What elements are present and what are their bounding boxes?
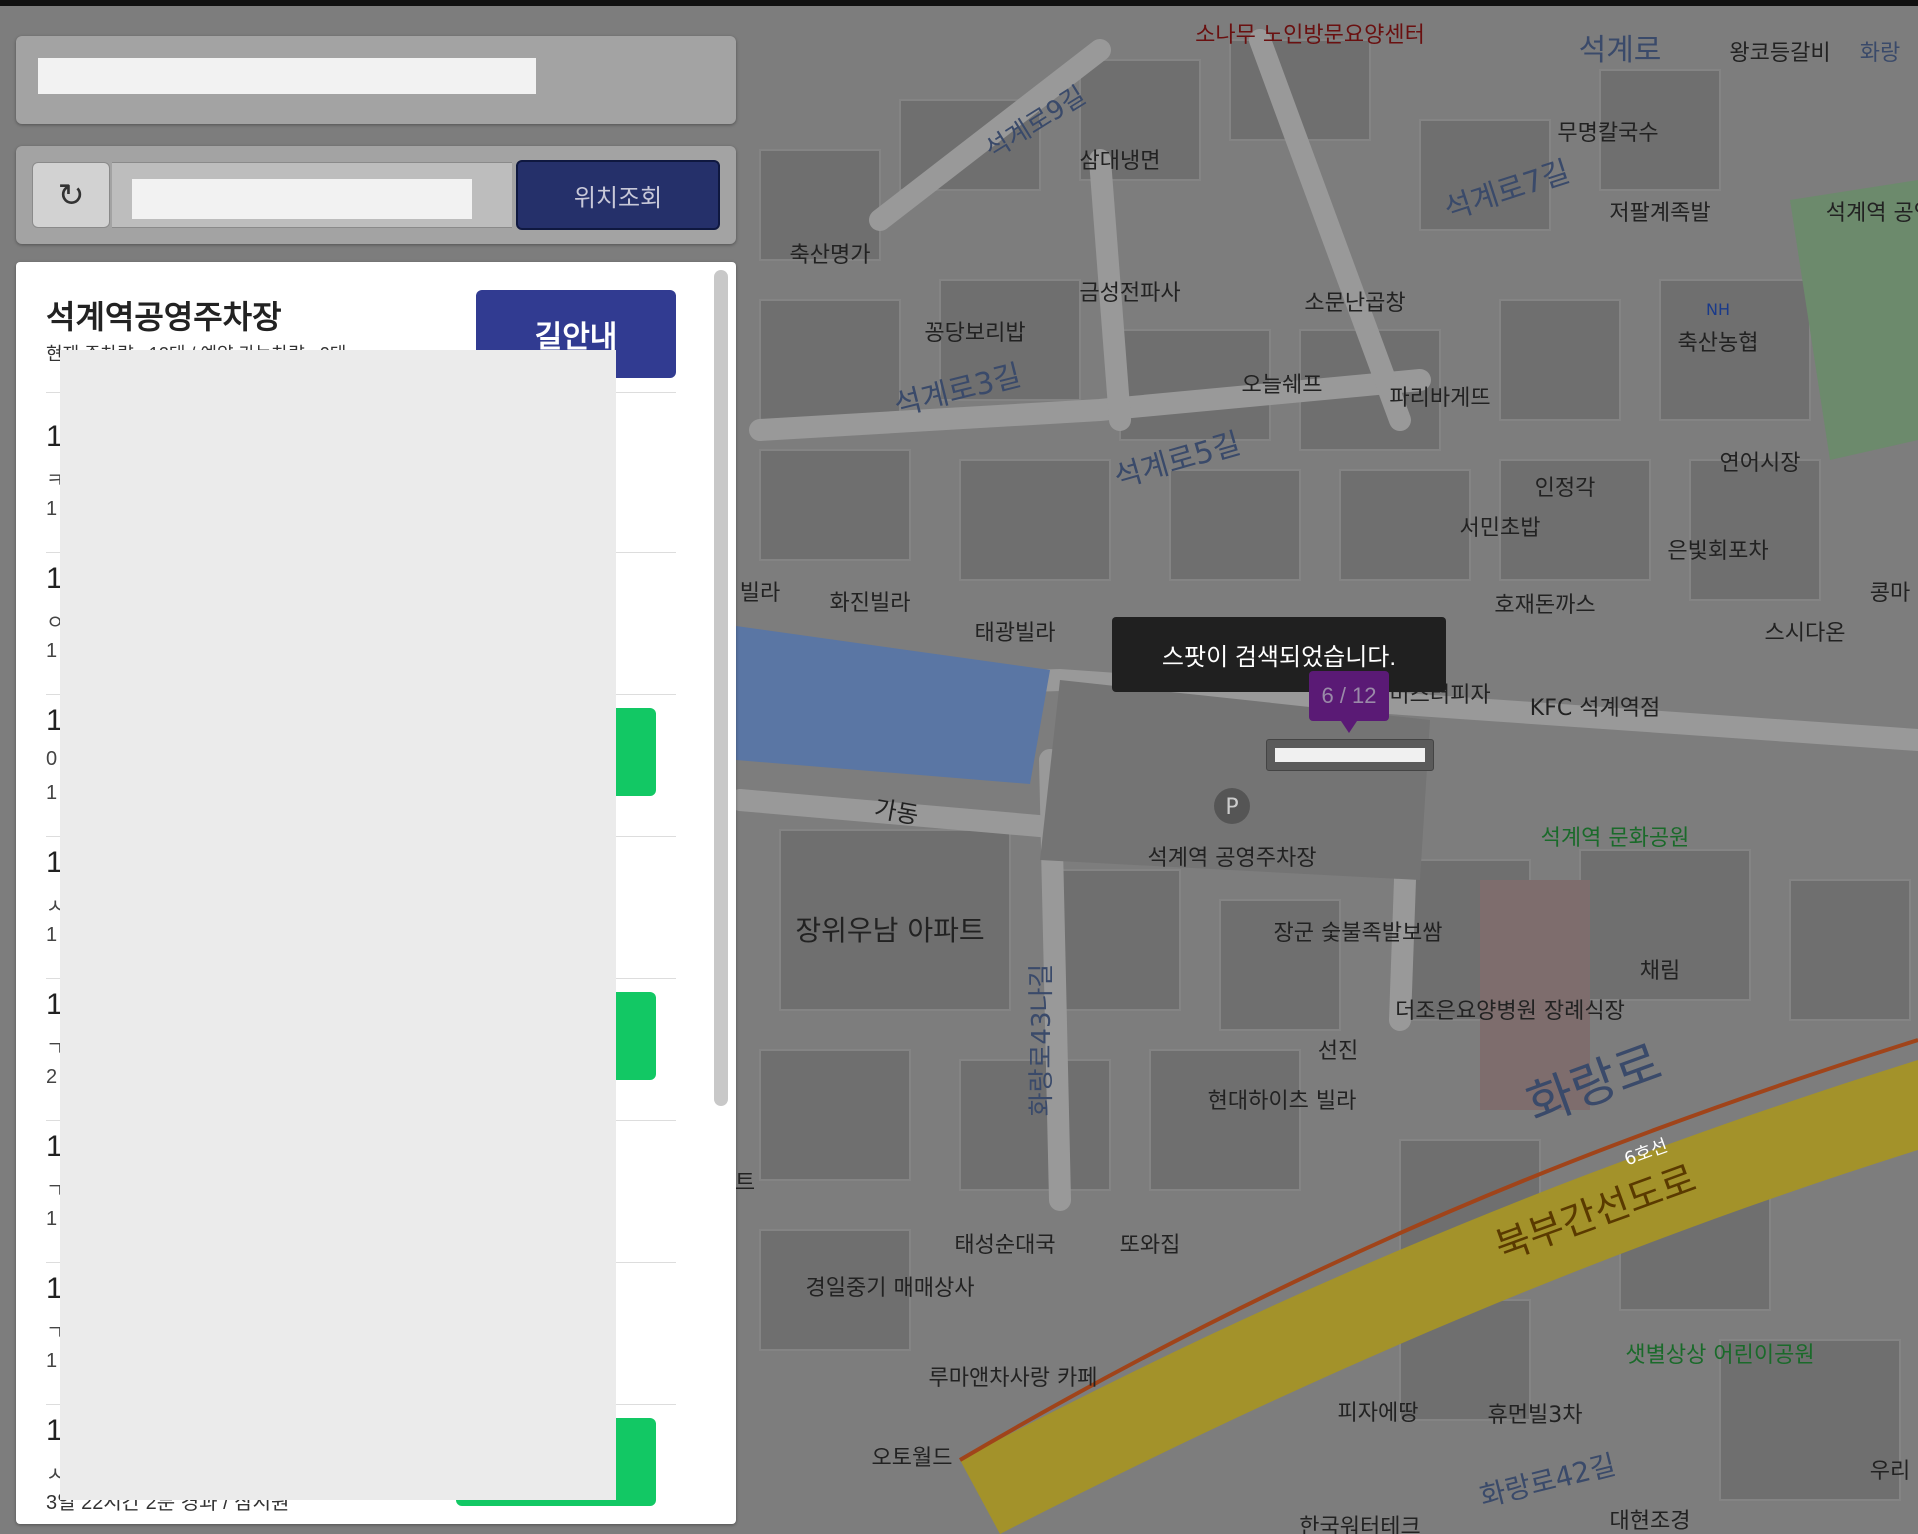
map-label: 저팔계족발 — [1609, 201, 1710, 226]
map-label: 샛별상상 어린이공원 — [1625, 1343, 1814, 1368]
window-top-edge — [0, 0, 1918, 6]
map-label: 대현조경 — [1610, 1509, 1691, 1534]
map-label: 무명칼국수 — [1557, 121, 1658, 146]
map-label: 왕코등갈비 — [1729, 41, 1830, 66]
map-label: NH — [1706, 300, 1730, 319]
map-label: 호재돈까스 — [1494, 593, 1595, 618]
map-label: 소나무 노인방문요양센터 — [1195, 23, 1425, 48]
map-label: 트 — [735, 1171, 755, 1196]
header-panel — [16, 36, 736, 124]
map-label: 화랑로43나길 — [1027, 964, 1057, 1117]
map-label: 화진빌라 — [830, 591, 911, 616]
map-label: 인정각 — [1535, 476, 1596, 501]
map-label: 석계역 공영주 — [1826, 201, 1918, 226]
toast-message: 스팟이 검색되었습니다. — [1112, 617, 1446, 692]
map-label: 삼대냉면 — [1080, 149, 1161, 174]
map-label: 축산명가 — [790, 243, 871, 268]
marker-pointer — [1341, 721, 1357, 733]
map-label: 소문난곱창 — [1304, 291, 1405, 316]
map-label: 현대하이츠 빌라 — [1208, 1089, 1357, 1114]
map-label: 태광빌라 — [975, 621, 1056, 646]
map-label: 루마앤차사랑 카페 — [929, 1366, 1098, 1391]
redacted-input-value — [132, 179, 472, 219]
map-label: 피자에땅 — [1338, 1401, 1419, 1426]
redacted-list-content — [60, 350, 616, 1500]
map-label: KFC 석계역점 — [1530, 696, 1660, 721]
map-label: 화랑 — [1860, 41, 1900, 66]
map-label: 콩마 — [1870, 581, 1910, 606]
map-label: 파리바게뜨 — [1389, 386, 1490, 411]
map-label: 금성전파사 — [1079, 281, 1180, 306]
map-label: 장군 숯불족발보쌈 — [1274, 921, 1443, 946]
map-label: 채림 — [1640, 959, 1680, 984]
map-label: 오늘쉐프 — [1242, 373, 1323, 398]
map-label: 연어시장 — [1720, 451, 1801, 476]
map-label: 서민초밥 — [1460, 516, 1541, 541]
locate-button[interactable]: 위치조회 — [516, 160, 720, 230]
svg-text:P: P — [1225, 795, 1238, 820]
map-label: 오토월드 — [872, 1446, 953, 1471]
parking-spot-marker[interactable]: 6 / 12 — [1309, 671, 1389, 721]
map-label: 석계로 — [1579, 33, 1662, 68]
list-scrollbar[interactable] — [714, 270, 728, 1106]
map-label: 태성순대국 — [954, 1233, 1055, 1258]
redacted-marker-label — [1275, 748, 1425, 762]
map-label: 석계역 문화공원 — [1541, 826, 1690, 851]
map-label: 석계역 공영주차장 — [1148, 846, 1317, 871]
refresh-icon: ↻ — [57, 176, 85, 214]
map-label: 축산농협 — [1678, 331, 1759, 356]
map-label: 휴먼빌3차 — [1488, 1403, 1583, 1428]
map-label: 꽁당보리밥 — [924, 321, 1025, 346]
map-label: 은빛회포차 — [1667, 539, 1768, 564]
marker-label — [1266, 739, 1434, 771]
map-label: 한국워터테크 — [1299, 1515, 1420, 1534]
parking-list-panel: 석계역공영주차장 현재 주차량 : 12대 / 예약 가능차량 : 0대 길안내… — [16, 262, 736, 1524]
map-label: 경일중기 매매상사 — [806, 1276, 975, 1301]
search-input[interactable] — [112, 162, 512, 228]
search-panel: ↻ 위치조회 — [16, 146, 736, 244]
map-label: 장위우남 아파트 — [795, 914, 984, 947]
map-label: 또와집 — [1120, 1233, 1181, 1258]
map-label: 빌라 — [740, 581, 780, 606]
parking-lot-name: 석계역공영주차장 — [46, 299, 282, 335]
map-label: 우리 — [1870, 1459, 1910, 1484]
map-label: 선진 — [1318, 1039, 1358, 1064]
refresh-button[interactable]: ↻ — [32, 162, 110, 228]
redacted-header — [38, 58, 536, 94]
map-label: 더조은요양병원 장례식장 — [1395, 999, 1625, 1024]
map-label: 스시다온 — [1765, 621, 1846, 646]
